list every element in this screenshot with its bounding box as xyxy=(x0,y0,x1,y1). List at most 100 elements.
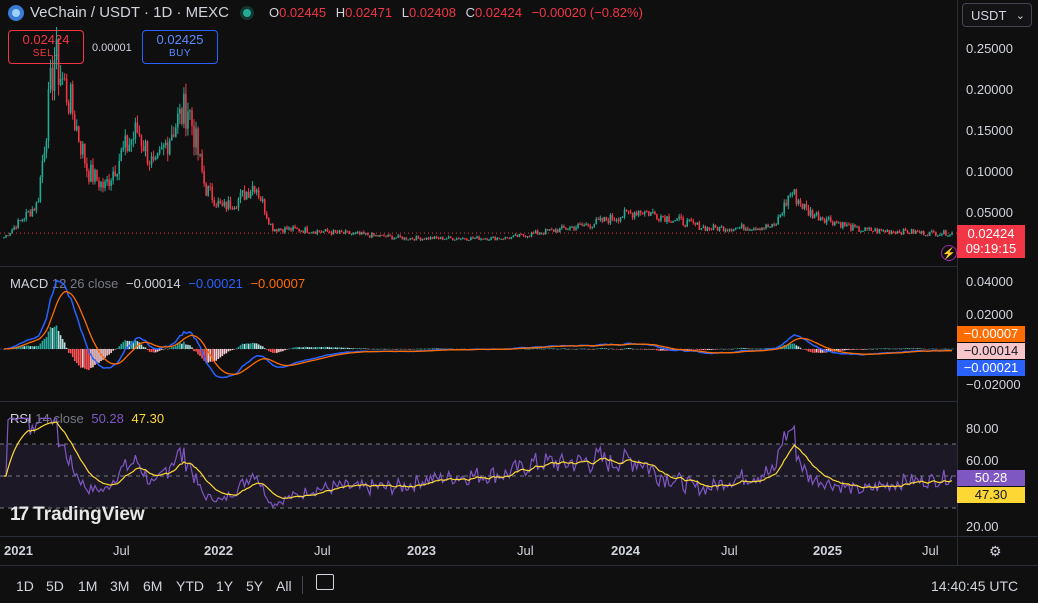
macd-histogram-bar xyxy=(890,348,893,350)
candle-body xyxy=(757,228,759,231)
macd-histogram-bar xyxy=(187,344,189,349)
candle-body xyxy=(753,228,755,230)
candle-body xyxy=(862,230,864,232)
macd-chart[interactable] xyxy=(0,267,957,401)
candle-body xyxy=(405,237,408,240)
settings-gear-icon[interactable]: ⚙ xyxy=(989,543,1002,560)
macd-histogram-bar xyxy=(625,348,628,349)
macd-histogram-bar xyxy=(846,349,848,351)
currency-select[interactable]: USDT ⌄ xyxy=(962,3,1032,27)
macd-histogram-bar xyxy=(63,342,66,349)
timeframe-ytd-button[interactable]: YTD xyxy=(176,578,204,594)
lightning-icon[interactable]: ⚡ xyxy=(941,245,957,261)
candle-body xyxy=(783,202,786,214)
timeframe-1y-button[interactable]: 1Y xyxy=(216,578,233,594)
macd-histogram-bar xyxy=(924,349,927,350)
candle-body xyxy=(215,205,218,207)
candle-body xyxy=(213,199,216,206)
candle-body xyxy=(9,232,11,236)
candle-body xyxy=(825,219,828,223)
macd-histogram-bar xyxy=(759,348,761,350)
candle-body xyxy=(318,230,321,232)
timeframe-all-button[interactable]: All xyxy=(276,578,292,594)
candle-body xyxy=(249,191,252,198)
macd-histogram-bar xyxy=(763,348,765,349)
macd-histogram-bar xyxy=(41,340,44,349)
macd-histogram-bar xyxy=(431,348,434,350)
candle-body xyxy=(706,227,709,231)
candle-body xyxy=(195,128,197,148)
macd-histogram-bar xyxy=(166,349,169,350)
candle-body xyxy=(464,238,466,240)
macd-histogram-bar xyxy=(868,348,870,350)
timeframe-6m-button[interactable]: 6M xyxy=(143,578,162,594)
macd-histogram-bar xyxy=(803,349,806,350)
date-range-icon[interactable] xyxy=(316,574,334,590)
candle-body xyxy=(33,209,36,211)
macd-histogram-bar xyxy=(405,349,408,350)
macd-histogram-bar xyxy=(21,346,23,349)
candle-body xyxy=(100,182,102,188)
candle-body xyxy=(838,222,840,224)
candle-body xyxy=(51,67,54,91)
macd-histogram-bar xyxy=(276,349,278,353)
candle-body xyxy=(41,160,44,178)
macd-histogram-bar xyxy=(617,349,620,350)
candle-body xyxy=(484,238,486,240)
candle-body xyxy=(809,210,812,216)
macd-histogram-bar xyxy=(631,348,634,350)
candle-body xyxy=(324,229,327,232)
timeframe-5y-button[interactable]: 5Y xyxy=(246,578,263,594)
candle-body xyxy=(690,219,693,222)
utc-clock[interactable]: 14:40:45 UTC xyxy=(931,578,1018,594)
candle-body xyxy=(310,232,313,234)
candle-body xyxy=(187,111,189,129)
rsi-axis-label: 20.00 xyxy=(966,519,999,534)
macd-histogram-bar xyxy=(308,347,311,349)
price-axis-label: 0.15000 xyxy=(966,123,1013,138)
time-axis-label: 2022 xyxy=(204,543,233,558)
candle-body xyxy=(773,223,775,226)
macd-histogram-bar xyxy=(381,348,383,350)
tradingview-watermark[interactable]: 17 TradingView xyxy=(10,504,145,526)
macd-histogram-bar xyxy=(732,348,735,350)
macd-histogram-bar xyxy=(31,345,34,349)
candle-body xyxy=(86,163,88,172)
macd-histogram-bar xyxy=(706,349,709,351)
candle-body xyxy=(730,229,733,231)
candle-body xyxy=(611,214,614,220)
candle-body xyxy=(686,220,689,227)
timeframe-5d-button[interactable]: 5D xyxy=(46,578,64,594)
timeframe-1m-button[interactable]: 1M xyxy=(78,578,97,594)
candle-body xyxy=(162,145,165,148)
candle-body xyxy=(629,212,632,214)
candle-body xyxy=(933,231,935,233)
macd-histogram-bar xyxy=(94,349,96,365)
candle-body xyxy=(300,230,302,232)
macd-histogram-bar xyxy=(150,349,153,353)
timeframe-3m-button[interactable]: 3M xyxy=(110,578,129,594)
timeframe-1d-button[interactable]: 1D xyxy=(16,578,34,594)
macd-histogram-bar xyxy=(587,348,589,350)
candle-body xyxy=(253,186,256,193)
macd-histogram-bar xyxy=(912,348,915,349)
candle-body xyxy=(409,238,412,240)
macd-histogram-bar xyxy=(429,348,432,350)
candle-body xyxy=(650,212,652,216)
price-chart[interactable] xyxy=(0,0,957,266)
candle-body xyxy=(88,171,90,182)
candle-body xyxy=(658,219,660,221)
time-axis-divider xyxy=(0,536,1038,537)
candle-body xyxy=(403,237,406,240)
candle-body xyxy=(304,227,306,233)
candle-body xyxy=(158,149,161,154)
macd-line xyxy=(3,279,953,379)
macd-histogram-bar xyxy=(49,327,52,349)
candle-body xyxy=(827,217,830,220)
macd-histogram-bar xyxy=(613,349,616,350)
candle-body xyxy=(154,157,157,160)
candle-body xyxy=(672,220,674,223)
candle-body xyxy=(904,228,907,231)
candle-body xyxy=(92,164,94,182)
rsi-tag: 50.28 xyxy=(957,470,1025,486)
